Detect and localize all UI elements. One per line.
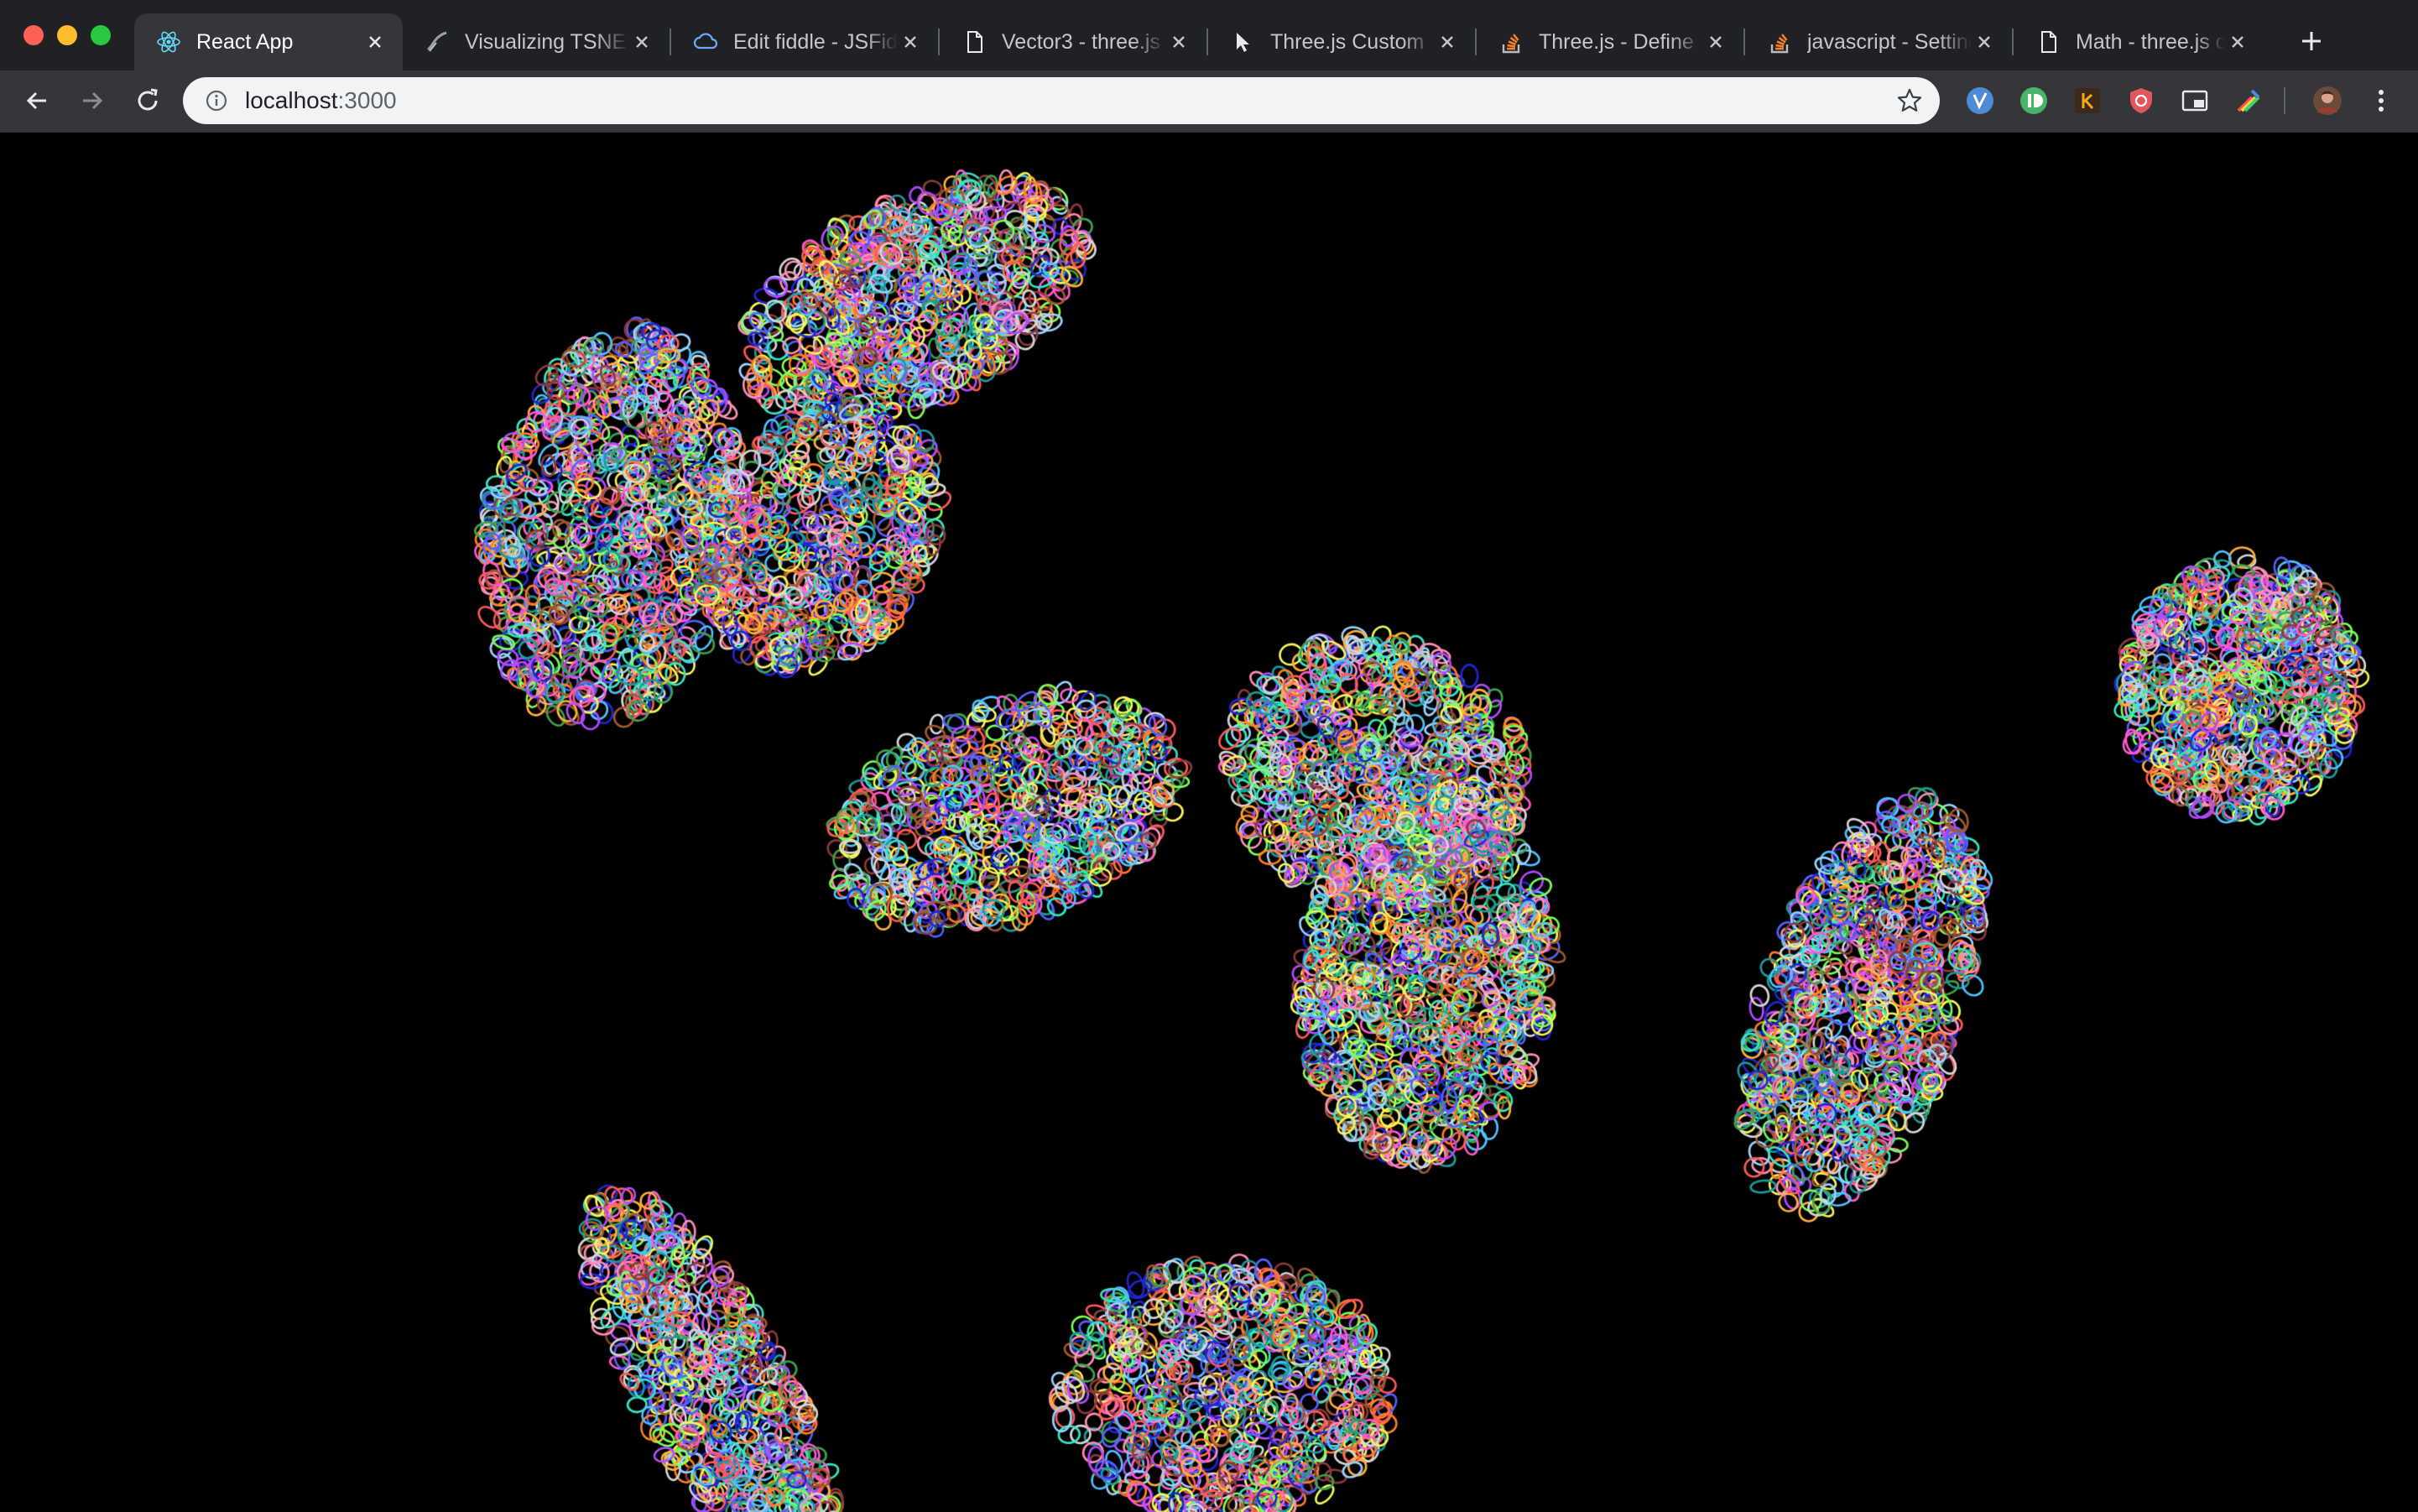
tab-title: Edit fiddle - JSFiddle — [733, 29, 898, 54]
tab-title: React App — [196, 29, 294, 54]
arrow-right-icon — [83, 91, 103, 110]
close-tab-icon[interactable] — [1703, 29, 1728, 55]
color-picker-icon[interactable] — [2232, 84, 2265, 117]
url-text[interactable]: localhost:3000 — [245, 87, 397, 114]
forward-button[interactable] — [69, 77, 116, 124]
tab-title: javascript - Setting — [1807, 29, 1972, 54]
close-tab-icon[interactable] — [629, 29, 654, 55]
graph-icon — [425, 29, 450, 55]
close-tab-icon[interactable] — [1166, 29, 1191, 55]
minimize-window-button[interactable] — [57, 25, 77, 45]
tab-vector3[interactable]: Vector3 - three.js — [940, 13, 1206, 70]
tab-title: Vector3 - three.js — [1002, 29, 1160, 54]
close-tab-icon[interactable] — [2225, 29, 2250, 55]
shield-icon[interactable] — [2124, 84, 2158, 117]
bookmark-star-icon[interactable] — [1893, 84, 1926, 117]
tab-threejs-custom[interactable]: Three.js Custom — [1208, 13, 1475, 70]
tab-javascript-setting[interactable]: javascript - Setting — [1745, 13, 2012, 70]
plus-icon — [2302, 32, 2321, 50]
back-button[interactable] — [13, 77, 60, 124]
tab-title: Three.js Custom — [1270, 29, 1425, 54]
url-port: :3000 — [337, 87, 397, 113]
close-tab-icon[interactable] — [1972, 29, 1997, 55]
page-viewport — [0, 133, 2418, 1512]
reload-icon — [138, 88, 158, 111]
avatar[interactable] — [2311, 84, 2344, 117]
more-menu-icon[interactable] — [2364, 84, 2398, 117]
page-icon — [961, 29, 987, 55]
tab-visualizing-tsne[interactable]: Visualizing TSNE — [403, 13, 670, 70]
keep-icon[interactable] — [2071, 84, 2104, 117]
browser-chrome: React App Visualizing TSNE Edit fiddle -… — [0, 0, 2418, 133]
maximize-window-button[interactable] — [91, 25, 111, 45]
info-icon[interactable] — [200, 84, 233, 117]
tab-math-threejs-docs[interactable]: Math - three.js docs — [2014, 13, 2265, 70]
page-icon — [2035, 29, 2061, 55]
tab-react-app[interactable]: React App — [134, 13, 403, 70]
cloud-icon — [693, 29, 718, 55]
stackoverflow-icon — [1498, 29, 1524, 55]
tsne-scatter-canvas[interactable] — [0, 133, 2418, 1512]
reload-button[interactable] — [124, 77, 171, 124]
tab-title: Visualizing TSNE — [465, 29, 627, 54]
tab-title: Three.js - Define — [1539, 29, 1694, 54]
address-bar[interactable]: localhost:3000 — [183, 77, 1940, 124]
url-host: localhost — [245, 87, 338, 113]
tab-edit-fiddle[interactable]: Edit fiddle - JSFiddle — [671, 13, 938, 70]
arrow-left-icon — [26, 91, 46, 110]
toolbar-separator — [2284, 87, 2285, 114]
picture-in-picture-icon[interactable] — [2178, 84, 2212, 117]
new-tab-button[interactable] — [2290, 20, 2332, 62]
tab-threejs-define[interactable]: Three.js - Define — [1477, 13, 1743, 70]
tab-strip: React App Visualizing TSNE Edit fiddle -… — [0, 0, 2418, 70]
close-window-button[interactable] — [23, 25, 44, 45]
react-icon — [156, 29, 181, 55]
stackoverflow-icon — [1767, 29, 1792, 55]
cursor-icon — [1230, 29, 1255, 55]
close-tab-icon[interactable] — [362, 29, 388, 55]
pushbullet-icon[interactable] — [2017, 84, 2051, 117]
close-tab-icon[interactable] — [898, 29, 923, 55]
tab-title: Math - three.js docs — [2076, 29, 2225, 54]
close-tab-icon[interactable] — [1435, 29, 1460, 55]
vimium-icon[interactable] — [1963, 84, 1997, 117]
